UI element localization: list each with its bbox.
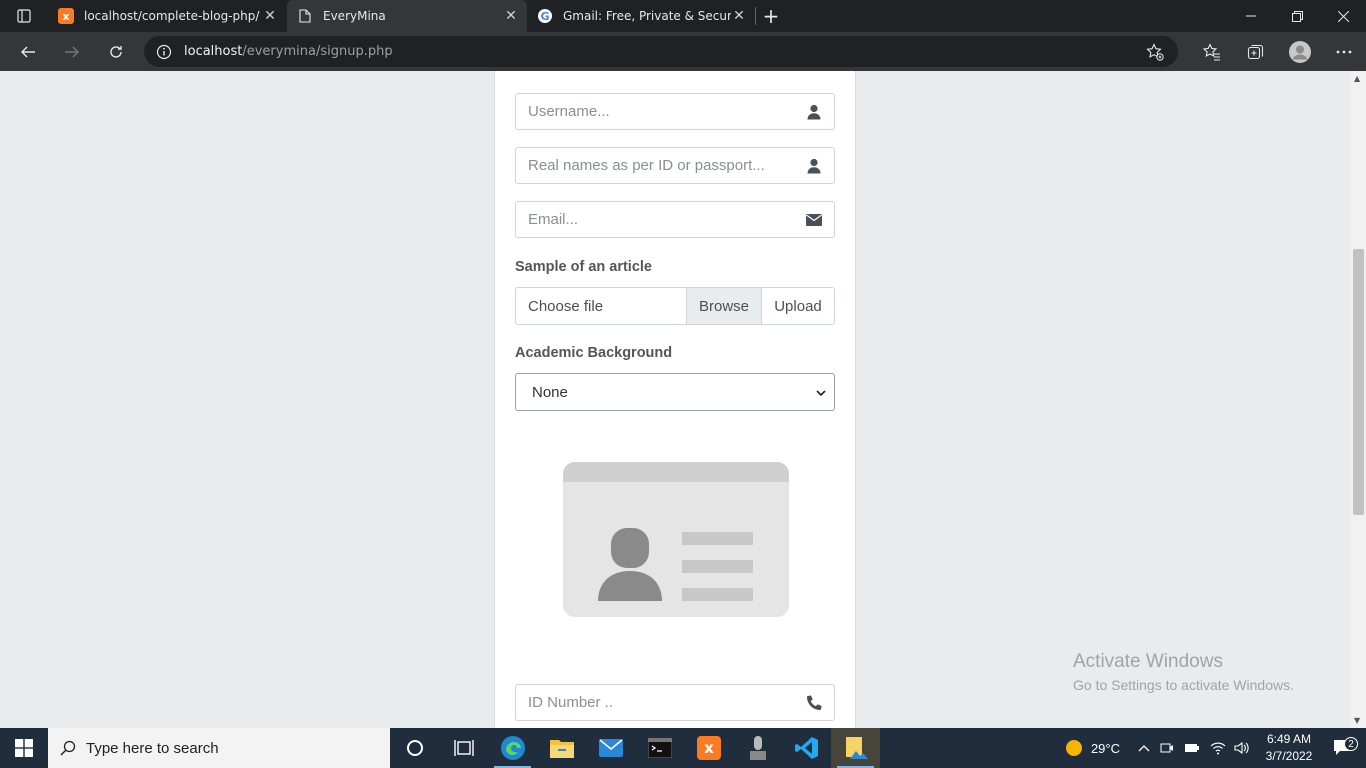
xampp-icon[interactable]: x [684, 728, 733, 768]
user-icon [794, 158, 834, 174]
username-placeholder: Username... [528, 103, 610, 120]
notification-center-icon[interactable]: 2 [1320, 737, 1366, 757]
close-tab-icon[interactable]: ✕ [503, 8, 519, 24]
close-tab-icon[interactable]: ✕ [731, 8, 747, 24]
battery-icon[interactable] [1184, 742, 1200, 754]
windows-taskbar: Type here to search x 29°C 6:49 AM 3/7/2… [0, 728, 1366, 768]
more-options-icon[interactable] [1322, 32, 1366, 71]
photos-icon[interactable] [831, 728, 880, 768]
taskbar-clock[interactable]: 6:49 AM 3/7/2022 [1258, 731, 1320, 765]
svg-text:G: G [540, 10, 549, 23]
xampp-icon: x [58, 8, 74, 24]
url-path: /everymina/signup.php [242, 44, 393, 59]
tab-gmail[interactable]: G Gmail: Free, Private & Secure Em ✕ [527, 0, 755, 32]
file-explorer-icon[interactable] [537, 728, 586, 768]
close-window-icon[interactable] [1320, 0, 1366, 32]
scroll-up-icon[interactable]: ▲ [1354, 74, 1360, 83]
restore-icon[interactable] [1274, 0, 1320, 32]
favorites-icon[interactable] [1190, 32, 1234, 71]
activate-windows-watermark: Activate Windows Go to Settings to activ… [1073, 651, 1294, 693]
windows-start-icon[interactable] [0, 728, 48, 768]
id-number-field[interactable]: ID Number .. [515, 684, 835, 721]
tab-title: Gmail: Free, Private & Secure Em [563, 9, 731, 23]
google-icon: G [537, 8, 553, 24]
search-placeholder: Type here to search [86, 739, 219, 757]
forward-icon[interactable] [50, 32, 94, 71]
page-viewport: Username... Real names as per ID or pass… [0, 71, 1351, 728]
tab-actions-icon[interactable] [0, 0, 48, 32]
real-name-field[interactable]: Real names as per ID or passport... [515, 147, 835, 184]
chevron-down-icon [816, 384, 826, 401]
system-tray: 29°C 6:49 AM 3/7/2022 2 [1065, 728, 1366, 768]
tab-everymina[interactable]: EveryMina ✕ [287, 0, 527, 32]
tab-complete-blog[interactable]: x localhost/complete-blog-php/ ✕ [48, 0, 286, 32]
voice-recorder-icon[interactable] [733, 728, 782, 768]
watermark-title: Activate Windows [1073, 651, 1223, 672]
academic-background-label: Academic Background [515, 345, 673, 361]
tab-title: localhost/complete-blog-php/ [84, 9, 260, 23]
page-scrollbar[interactable]: ▲ ▼ [1351, 71, 1366, 728]
article-sample-label: Sample of an article [515, 259, 652, 275]
taskbar-search-box[interactable]: Type here to search [48, 728, 390, 768]
real-name-placeholder: Real names as per ID or passport... [528, 157, 765, 174]
academic-selected-value: None [532, 383, 568, 401]
id-card-illustration-icon [598, 528, 753, 601]
choose-file-text[interactable]: Choose file [516, 288, 686, 324]
chevron-up-icon[interactable] [1138, 744, 1150, 752]
window-controls [1228, 0, 1366, 32]
email-placeholder: Email... [528, 211, 579, 228]
svg-text:x: x [62, 10, 69, 23]
id-card-header-band [563, 462, 789, 482]
search-icon [60, 740, 76, 756]
user-icon [794, 104, 834, 120]
new-tab-icon[interactable]: + [756, 0, 786, 32]
url-host: localhost [184, 44, 243, 59]
navigation-bar: localhost/everymina/signup.php [0, 32, 1366, 71]
clock-date: 3/7/2022 [1265, 749, 1313, 763]
notification-count-badge: 2 [1344, 737, 1358, 751]
signup-form-card: Username... Real names as per ID or pass… [494, 71, 856, 728]
add-favorite-icon[interactable] [1146, 43, 1164, 65]
weather-temperature[interactable]: 29°C [1091, 741, 1120, 756]
upload-button[interactable]: Upload [761, 288, 834, 324]
mail-icon[interactable] [586, 728, 635, 768]
id-number-placeholder: ID Number .. [528, 694, 614, 711]
watermark-subtitle: Go to Settings to activate Windows. [1073, 677, 1294, 693]
volume-icon[interactable] [1234, 741, 1250, 755]
article-file-input[interactable]: Choose file Browse Upload [515, 287, 835, 325]
minimize-icon[interactable] [1228, 0, 1274, 32]
weather-sun-icon[interactable] [1065, 739, 1083, 757]
svg-text:x: x [704, 739, 714, 757]
browse-button[interactable]: Browse [686, 288, 761, 324]
clock-time: 6:49 AM [1266, 732, 1312, 746]
profile-avatar-icon[interactable] [1278, 32, 1322, 71]
wifi-icon[interactable] [1210, 741, 1226, 755]
edge-browser-icon[interactable] [488, 728, 537, 768]
browser-toolbar [1190, 32, 1366, 71]
vscode-icon[interactable] [782, 728, 831, 768]
url-text: localhost/everymina/signup.php [184, 44, 393, 59]
refresh-icon[interactable] [94, 32, 138, 71]
terminal-icon[interactable] [635, 728, 684, 768]
page-icon [297, 8, 313, 24]
collections-icon[interactable] [1234, 32, 1278, 71]
info-icon[interactable] [144, 44, 184, 60]
cortana-icon[interactable] [390, 728, 439, 768]
address-bar[interactable]: localhost/everymina/signup.php [144, 36, 1178, 67]
id-card-placeholder-image [563, 462, 789, 617]
back-icon[interactable] [6, 32, 50, 71]
phone-icon [794, 695, 834, 710]
username-field[interactable]: Username... [515, 93, 835, 130]
task-view-icon[interactable] [439, 728, 488, 768]
scrollbar-thumb[interactable] [1353, 249, 1364, 515]
tab-strip: x localhost/complete-blog-php/ ✕ EveryMi… [0, 0, 1366, 32]
meet-now-icon[interactable] [1160, 741, 1174, 755]
close-tab-icon[interactable]: ✕ [262, 8, 278, 24]
email-field[interactable]: Email... [515, 201, 835, 238]
scroll-down-icon[interactable]: ▼ [1354, 716, 1360, 725]
envelope-icon [794, 213, 834, 226]
tab-title: EveryMina [323, 9, 386, 23]
academic-background-select[interactable]: None [515, 373, 835, 411]
